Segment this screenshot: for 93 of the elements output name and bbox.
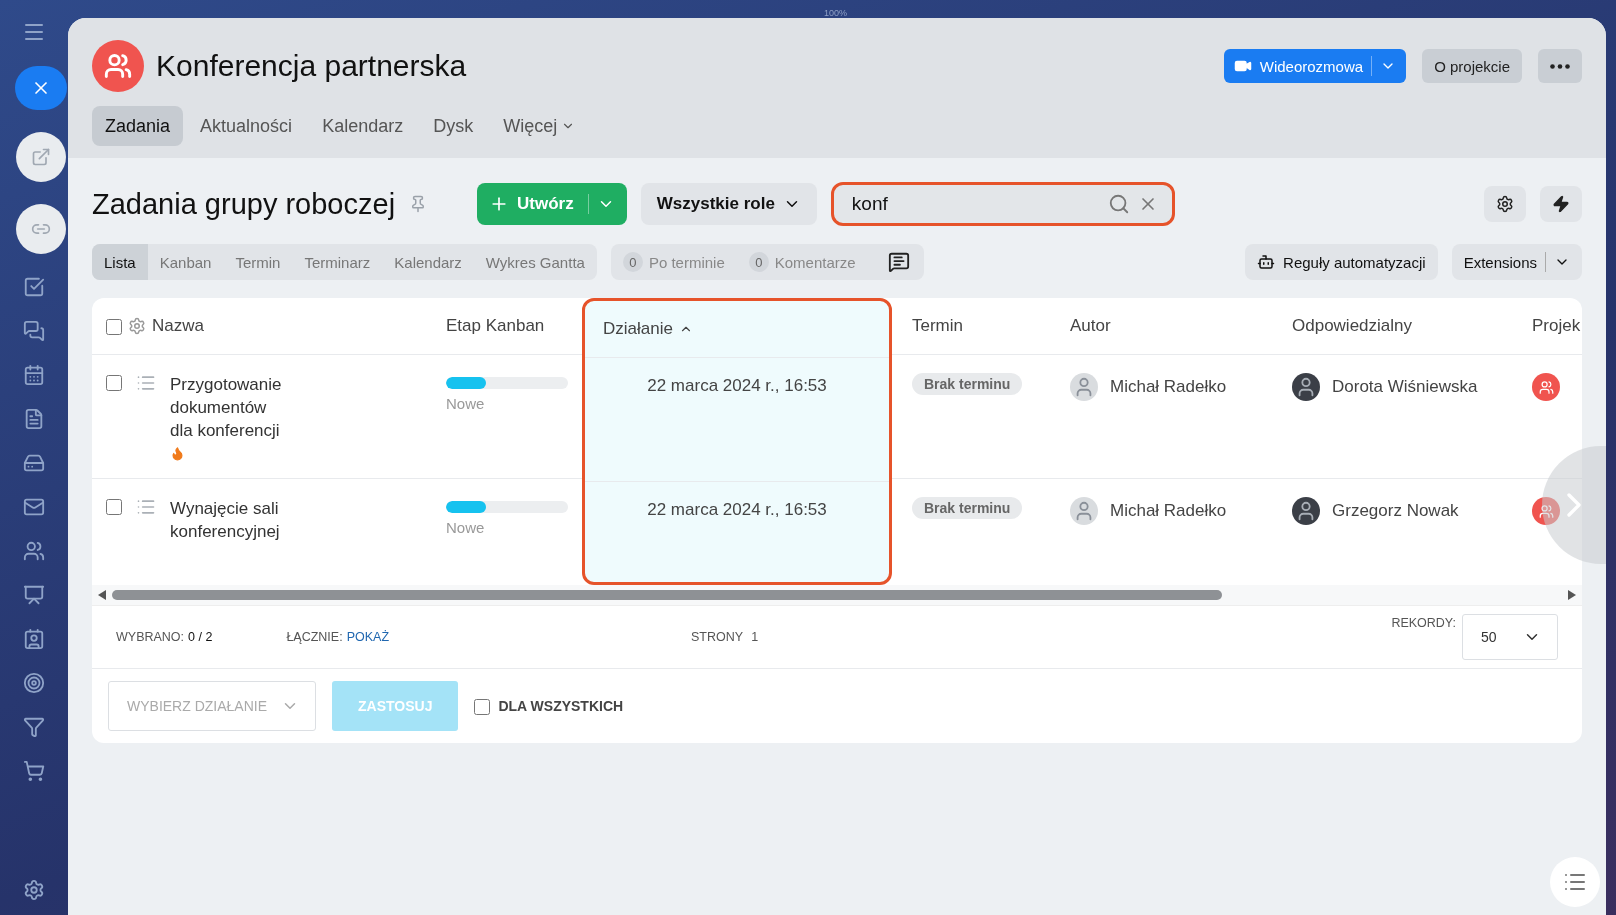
view-tab[interactable]: Termin <box>223 244 293 280</box>
calendar-icon[interactable] <box>23 364 45 386</box>
selected-label: WYBRANO: <box>116 630 185 644</box>
project-title: Konferencja partnerska <box>156 49 468 83</box>
group-icon <box>92 40 144 92</box>
board-icon[interactable] <box>23 584 45 606</box>
responsible-name[interactable]: Grzegorz Nowak <box>1332 501 1459 521</box>
pages-label: STRONY <box>691 630 744 644</box>
column-header[interactable]: Termin <box>912 316 963 336</box>
records-label: REKORDY: <box>1391 616 1456 630</box>
avatar-icon <box>1292 497 1320 525</box>
about-project-button[interactable]: O projekcie <box>1422 49 1522 83</box>
nav-tab[interactable]: Dysk <box>420 106 487 146</box>
show-total-link[interactable]: POKAŻ <box>346 630 390 644</box>
row-checkbox[interactable] <box>106 375 122 391</box>
lightning-button[interactable] <box>1540 186 1582 222</box>
task-name[interactable]: Przygotowanie dokumentów dla konferencji <box>170 373 290 442</box>
task-icon[interactable] <box>23 276 45 298</box>
contact-card-icon[interactable] <box>23 628 45 650</box>
column-header[interactable]: Projek <box>1532 316 1581 336</box>
chat-icon[interactable] <box>23 320 45 342</box>
column-header[interactable]: Nazwa <box>152 316 204 336</box>
row-checkbox[interactable] <box>106 499 122 515</box>
more-icon <box>1550 63 1570 69</box>
group-icon[interactable] <box>1532 373 1560 401</box>
cart-icon[interactable] <box>23 760 45 782</box>
target-icon[interactable] <box>23 672 45 694</box>
select-all-checkbox[interactable] <box>106 319 122 335</box>
counter-filter[interactable]: 0 Po terminie <box>610 244 737 280</box>
stage-label: Nowe <box>446 519 485 536</box>
avatar-icon <box>1292 373 1320 401</box>
page-number[interactable]: 1 <box>751 630 759 644</box>
author-name[interactable]: Michał Radełko <box>1110 377 1227 397</box>
gear-icon <box>1496 195 1514 213</box>
automation-rules-button[interactable]: Reguły automatyzacji <box>1245 244 1438 280</box>
deadline-badge[interactable]: Brak terminu <box>912 497 1023 519</box>
search-field[interactable]: konf <box>830 182 1175 226</box>
horizontal-scrollbar[interactable] <box>92 585 1582 605</box>
total-label: ŁĄCZNIE: <box>286 630 343 644</box>
open-external-button[interactable] <box>16 132 66 182</box>
view-tab[interactable]: Kanban <box>147 244 224 280</box>
document-icon[interactable] <box>23 408 45 430</box>
selected-count: 0 / 2 <box>188 630 213 644</box>
mail-icon[interactable] <box>23 496 45 518</box>
nav-tab[interactable]: Więcej <box>490 106 589 146</box>
list-button[interactable] <box>1550 857 1600 907</box>
stage-label: Nowe <box>446 395 485 412</box>
comments-icon[interactable] <box>887 251 910 273</box>
column-header[interactable]: Autor <box>1070 316 1111 336</box>
extensions-button[interactable]: Extensions <box>1451 244 1582 280</box>
view-tab[interactable]: Kalendarz <box>382 244 474 280</box>
close-button[interactable] <box>15 66 67 110</box>
for-all-label: DLA WSZYSTKICH <box>498 698 624 714</box>
task-name[interactable]: Wynajęcie sali konferencyjnej <box>170 497 290 543</box>
drag-handle-icon[interactable] <box>136 373 156 393</box>
drive-icon[interactable] <box>23 452 45 474</box>
activity-date: 22 marca 2024 r., 16:53 <box>647 376 827 396</box>
more-button[interactable] <box>1538 49 1582 83</box>
filter-icon[interactable] <box>23 716 45 738</box>
author-name[interactable]: Michał Radełko <box>1110 501 1227 521</box>
external-link-icon <box>31 147 51 167</box>
search-input[interactable]: konf <box>849 192 1100 216</box>
settings-icon[interactable] <box>128 317 146 335</box>
view-tab[interactable]: Terminarz <box>292 244 383 280</box>
settings-icon[interactable] <box>23 879 45 901</box>
avatar-icon <box>1070 373 1098 401</box>
view-tab[interactable]: Wykres Gantta <box>473 244 597 280</box>
column-header[interactable]: Etap Kanban <box>446 316 545 336</box>
column-header[interactable]: Działanie <box>603 319 673 339</box>
for-all-checkbox[interactable] <box>474 699 491 715</box>
group-icon[interactable] <box>1532 497 1560 525</box>
page-title: Zadania grupy roboczej <box>92 187 396 221</box>
copy-link-button[interactable] <box>16 204 66 254</box>
zoom-label: 100% <box>824 8 848 18</box>
nav-tab[interactable]: Kalendarz <box>309 106 417 146</box>
lightning-icon <box>1552 195 1570 213</box>
records-select[interactable]: 50 <box>1462 614 1558 660</box>
column-header[interactable]: Odpowiedzialny <box>1292 316 1412 336</box>
role-filter-button[interactable]: Wszystkie role <box>640 183 817 225</box>
nav-tab[interactable]: Zadania <box>92 106 184 146</box>
counter-filter[interactable]: 0 Komentarze <box>736 244 868 280</box>
people-icon[interactable] <box>23 540 45 562</box>
drag-handle-icon[interactable] <box>136 497 156 517</box>
search-icon[interactable] <box>1107 193 1130 215</box>
settings-button[interactable] <box>1484 186 1526 222</box>
view-tab[interactable]: Lista <box>92 244 148 280</box>
robot-icon <box>1257 253 1276 271</box>
avatar-icon <box>1070 497 1098 525</box>
responsible-name[interactable]: Dorota Wiśniewska <box>1332 377 1478 397</box>
nav-tab[interactable]: Aktualności <box>187 106 306 146</box>
deadline-badge[interactable]: Brak terminu <box>912 373 1023 395</box>
activity-date: 22 marca 2024 r., 16:53 <box>647 500 827 520</box>
video-call-button[interactable]: Wideorozmowa <box>1223 49 1407 83</box>
